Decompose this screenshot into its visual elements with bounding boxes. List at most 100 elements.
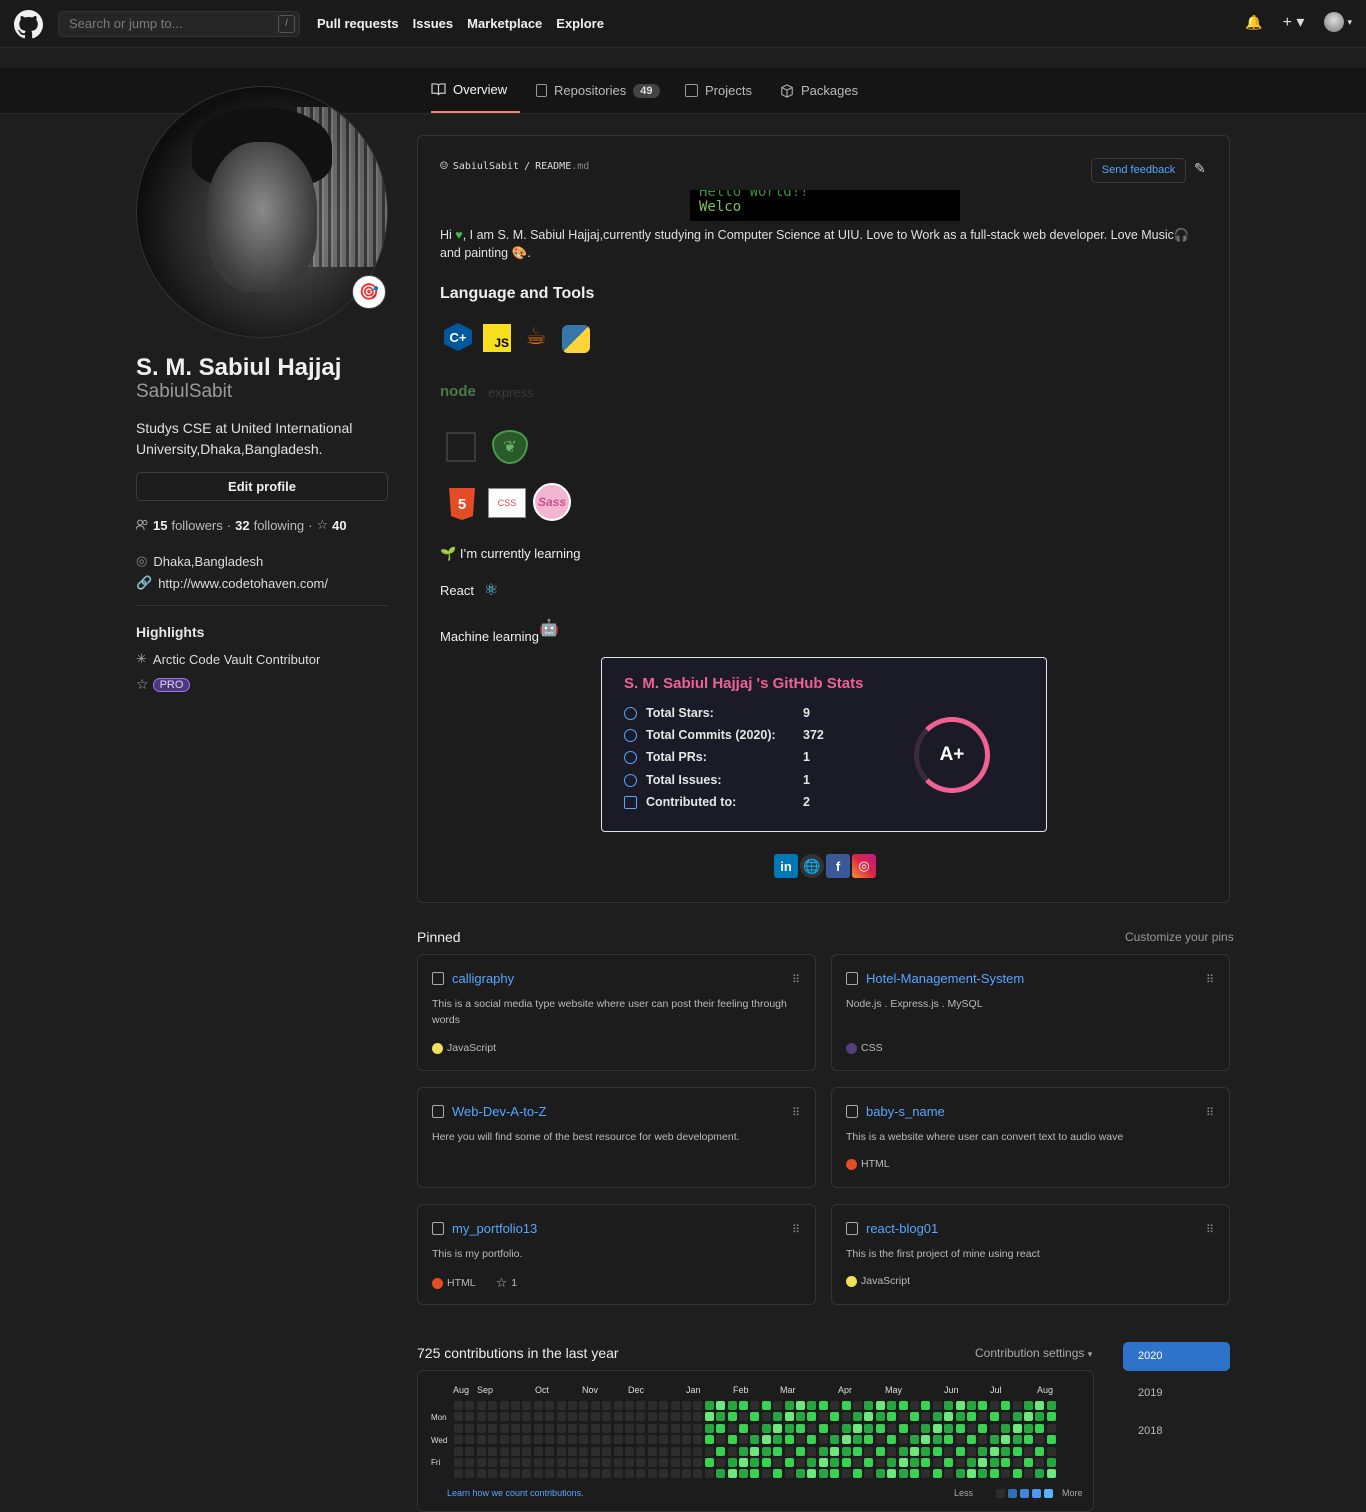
contribution-day[interactable] — [853, 1435, 862, 1445]
contribution-day[interactable] — [830, 1446, 840, 1456]
contribution-day[interactable] — [727, 1423, 737, 1433]
contribution-day[interactable] — [967, 1401, 976, 1410]
contribution-day[interactable] — [488, 1446, 498, 1456]
contribution-day[interactable] — [932, 1412, 942, 1422]
followers-count[interactable]: 15 — [153, 518, 167, 533]
tab-repositories[interactable]: Repositories 49 — [536, 68, 660, 113]
contribution-day[interactable] — [967, 1469, 976, 1479]
contribution-day[interactable] — [579, 1401, 589, 1410]
contribution-day[interactable] — [807, 1435, 817, 1445]
contribution-day[interactable] — [864, 1412, 874, 1422]
contribution-day[interactable] — [875, 1446, 885, 1456]
contribution-day[interactable] — [784, 1412, 794, 1422]
contribution-day[interactable] — [898, 1401, 908, 1410]
contribution-day[interactable] — [579, 1412, 589, 1422]
contribution-day[interactable] — [511, 1446, 520, 1456]
contribution-day[interactable] — [613, 1458, 623, 1467]
contribution-day[interactable] — [533, 1469, 543, 1479]
contribution-day[interactable] — [716, 1446, 726, 1456]
facebook-icon[interactable]: f — [826, 854, 850, 878]
contribution-day[interactable] — [579, 1423, 589, 1433]
pinned-repo-card[interactable]: Web-Dev-A-to-Z ⠿ Here you will find some… — [417, 1087, 816, 1188]
contribution-day[interactable] — [921, 1423, 931, 1433]
contribution-day[interactable] — [602, 1423, 612, 1433]
contribution-day[interactable] — [590, 1423, 600, 1433]
contribution-day[interactable] — [590, 1446, 600, 1456]
drag-handle-icon[interactable]: ⠿ — [792, 973, 800, 986]
contribution-day[interactable] — [921, 1412, 931, 1422]
contribution-day[interactable] — [682, 1446, 691, 1456]
contribution-day[interactable] — [602, 1412, 612, 1422]
contribution-day[interactable] — [739, 1458, 748, 1467]
pinned-repo-card[interactable]: Hotel-Management-System ⠿ Node.js . Expr… — [831, 954, 1230, 1071]
followers-label[interactable]: followers — [171, 518, 222, 533]
tab-overview[interactable]: Overview — [431, 68, 520, 113]
contribution-day[interactable] — [1035, 1458, 1045, 1467]
drag-handle-icon[interactable]: ⠿ — [1206, 973, 1214, 986]
contribution-day[interactable] — [750, 1446, 760, 1456]
repo-link[interactable]: baby-s_name — [866, 1104, 945, 1119]
contribution-day[interactable] — [921, 1435, 931, 1445]
contribution-day[interactable] — [841, 1446, 851, 1456]
pinned-repo-card[interactable]: baby-s_name ⠿ This is a website where us… — [831, 1087, 1230, 1188]
contribution-day[interactable] — [1012, 1435, 1022, 1445]
contribution-day[interactable] — [807, 1412, 817, 1422]
contribution-day[interactable] — [682, 1423, 691, 1433]
contribution-day[interactable] — [704, 1435, 714, 1445]
pinned-repo-card[interactable]: react-blog01 ⠿ This is the first project… — [831, 1204, 1230, 1305]
contribution-day[interactable] — [807, 1423, 817, 1433]
contribution-day[interactable] — [910, 1458, 919, 1467]
contribution-day[interactable] — [704, 1401, 714, 1410]
contribution-day[interactable] — [750, 1412, 760, 1422]
contribution-day[interactable] — [682, 1412, 691, 1422]
contribution-day[interactable] — [670, 1412, 680, 1422]
contribution-day[interactable] — [944, 1412, 954, 1422]
contribution-day[interactable] — [476, 1446, 486, 1456]
contribution-day[interactable] — [1046, 1423, 1056, 1433]
contribution-day[interactable] — [921, 1446, 931, 1456]
contribution-day[interactable] — [887, 1469, 897, 1479]
contribution-day[interactable] — [910, 1401, 919, 1410]
contribution-day[interactable] — [864, 1435, 874, 1445]
contribution-day[interactable] — [944, 1423, 954, 1433]
contribution-day[interactable] — [636, 1401, 646, 1410]
contribution-day[interactable] — [910, 1435, 919, 1445]
contribution-day[interactable] — [602, 1446, 612, 1456]
nav-marketplace[interactable]: Marketplace — [467, 16, 542, 31]
contribution-day[interactable] — [761, 1423, 771, 1433]
contribution-day[interactable] — [704, 1412, 714, 1422]
contribution-day[interactable] — [784, 1469, 794, 1479]
contribution-day[interactable] — [1001, 1435, 1011, 1445]
contribution-day[interactable] — [841, 1469, 851, 1479]
contribution-day[interactable] — [1046, 1469, 1056, 1479]
notification-bell-icon[interactable]: 🔔 — [1245, 14, 1262, 31]
contribution-day[interactable] — [932, 1423, 942, 1433]
contribution-day[interactable] — [1024, 1435, 1033, 1445]
contribution-day[interactable] — [955, 1423, 965, 1433]
contribution-day[interactable] — [465, 1423, 475, 1433]
contribution-day[interactable] — [796, 1446, 805, 1456]
contribution-day[interactable] — [1012, 1401, 1022, 1410]
contribution-day[interactable] — [579, 1458, 589, 1467]
contribution-day[interactable] — [659, 1435, 669, 1445]
contribution-day[interactable] — [568, 1412, 577, 1422]
contribution-day[interactable] — [625, 1446, 634, 1456]
send-feedback-button[interactable]: Send feedback — [1091, 158, 1186, 183]
contribution-day[interactable] — [693, 1435, 703, 1445]
contribution-day[interactable] — [568, 1446, 577, 1456]
highlight-arctic-vault[interactable]: ✳ Arctic Code Vault Contributor — [136, 651, 320, 667]
contribution-day[interactable] — [670, 1469, 680, 1479]
contribution-day[interactable] — [716, 1423, 726, 1433]
edit-profile-button[interactable]: Edit profile — [136, 472, 388, 501]
contribution-day[interactable] — [590, 1469, 600, 1479]
contribution-day[interactable] — [978, 1401, 988, 1410]
contribution-day[interactable] — [841, 1412, 851, 1422]
contribution-day[interactable] — [750, 1435, 760, 1445]
contribution-day[interactable] — [545, 1401, 555, 1410]
contribution-day[interactable] — [773, 1412, 783, 1422]
contribution-day[interactable] — [1046, 1458, 1056, 1467]
contribution-day[interactable] — [1001, 1469, 1011, 1479]
contribution-day[interactable] — [659, 1401, 669, 1410]
contribution-day[interactable] — [967, 1435, 976, 1445]
contribution-day[interactable] — [830, 1412, 840, 1422]
